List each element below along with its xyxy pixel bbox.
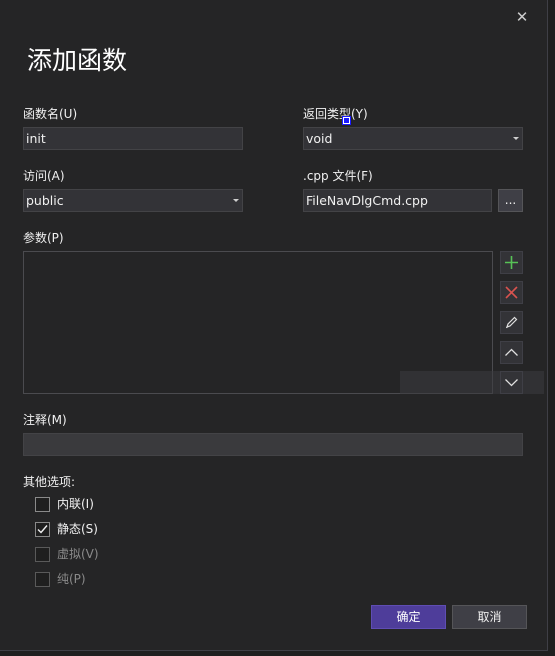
pure-label: 纯(P) <box>57 572 86 586</box>
pure-option: 纯(P) <box>35 571 86 587</box>
comment-input[interactable] <box>23 433 523 456</box>
comment-label: 注释(M) <box>23 413 67 427</box>
chevron-up-icon <box>505 348 518 356</box>
access-value: public <box>26 193 64 208</box>
virtual-label: 虚拟(V) <box>57 547 99 561</box>
inline-checkbox[interactable] <box>35 496 50 512</box>
edit-parameter-button[interactable] <box>500 311 523 334</box>
chevron-down-icon <box>505 379 518 387</box>
function-name-label: 函数名(U) <box>23 107 78 121</box>
return-type-value: void <box>306 131 333 146</box>
static-label: 静态(S) <box>57 522 98 536</box>
dialog-title: 添加函数 <box>27 46 128 75</box>
browse-button[interactable]: ... <box>498 189 523 212</box>
return-type-label: 返回类型(Y) <box>303 107 368 121</box>
dropdown-arrow-icon <box>233 199 239 202</box>
cpp-file-label: .cpp 文件(F) <box>303 169 373 183</box>
checkmark-icon <box>37 524 48 534</box>
delete-x-icon <box>505 286 518 299</box>
static-checkbox[interactable] <box>35 521 50 537</box>
add-function-dialog: ✕ 添加函数 函数名(U) init 返回类型(Y) void 访问(A) pu… <box>0 0 548 651</box>
static-option[interactable]: 静态(S) <box>35 521 98 537</box>
move-down-button[interactable] <box>500 371 523 394</box>
pencil-icon <box>505 316 518 329</box>
parameters-label: 参数(P) <box>23 231 64 245</box>
cancel-button[interactable]: 取消 <box>452 605 527 629</box>
virtual-checkbox <box>35 546 50 562</box>
focus-marker <box>342 116 351 125</box>
move-up-button[interactable] <box>500 341 523 364</box>
virtual-option: 虚拟(V) <box>35 546 99 562</box>
access-label: 访问(A) <box>23 169 65 183</box>
function-name-input[interactable]: init <box>23 127 243 150</box>
cpp-file-input[interactable]: FileNavDlgCmd.cpp <box>303 189 492 212</box>
pure-checkbox <box>35 571 50 587</box>
ok-button[interactable]: 确定 <box>371 605 446 629</box>
close-icon[interactable]: ✕ <box>510 7 534 27</box>
inline-option[interactable]: 内联(I) <box>35 496 94 512</box>
return-type-combo[interactable]: void <box>303 127 523 150</box>
inline-label: 内联(I) <box>57 497 94 511</box>
other-options-label: 其他选项: <box>23 475 76 489</box>
add-parameter-button[interactable] <box>500 251 523 274</box>
dropdown-arrow-icon <box>513 137 519 140</box>
access-combo[interactable]: public <box>23 189 243 212</box>
delete-parameter-button[interactable] <box>500 281 523 304</box>
plus-icon <box>505 256 518 269</box>
